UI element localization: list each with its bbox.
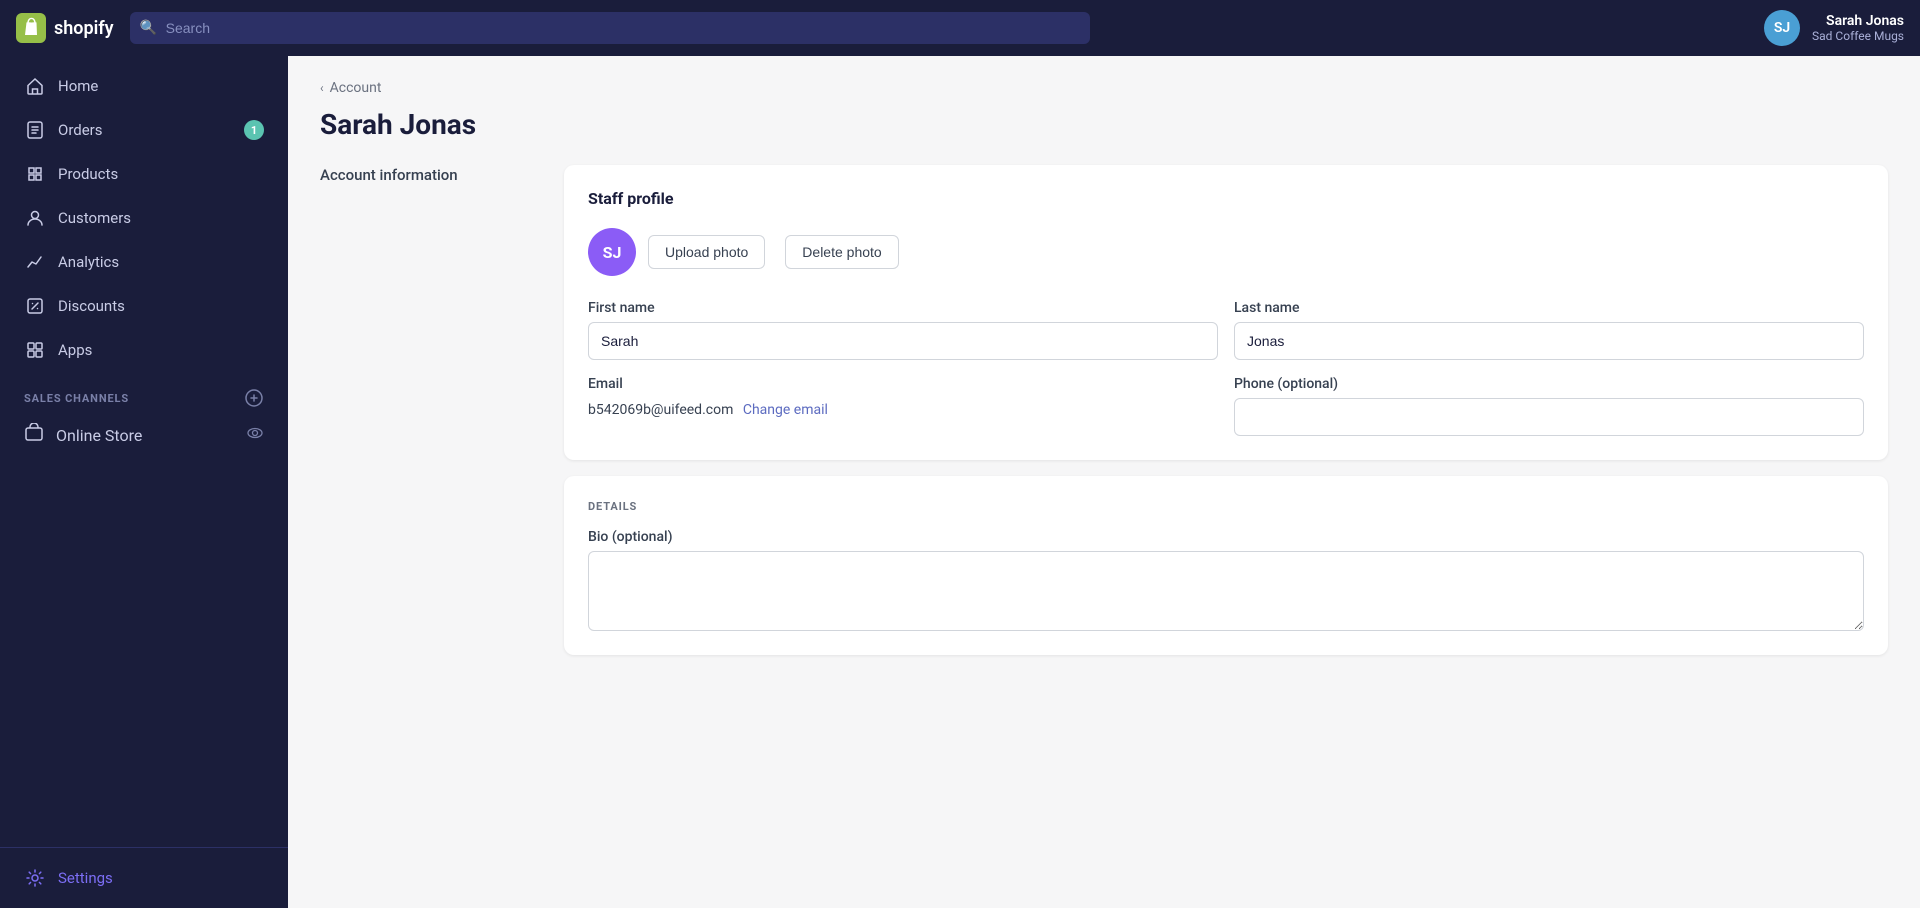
home-icon bbox=[24, 75, 46, 97]
details-card: DETAILS Bio (optional) bbox=[564, 476, 1888, 655]
eye-icon bbox=[246, 424, 264, 446]
sidebar-item-settings-label: Settings bbox=[58, 869, 113, 887]
sidebar-bottom: Settings bbox=[0, 847, 288, 900]
upload-photo-button[interactable]: Upload photo bbox=[648, 235, 765, 269]
right-column: Staff profile SJ Upload photo Delete pho… bbox=[564, 165, 1888, 655]
breadcrumb[interactable]: ‹ Account bbox=[320, 80, 1888, 96]
email-group: Email b542069b@uifeed.com Change email bbox=[588, 376, 1218, 436]
main-layout: Home Orders 1 Products Customers A bbox=[0, 56, 1920, 908]
avatar-initials: SJ bbox=[1774, 20, 1790, 36]
orders-badge: 1 bbox=[244, 120, 264, 140]
staff-avatar-initials: SJ bbox=[603, 243, 622, 262]
shopify-logo[interactable]: shopify bbox=[16, 13, 114, 43]
first-name-group: First name bbox=[588, 300, 1218, 360]
last-name-label: Last name bbox=[1234, 300, 1864, 316]
delete-photo-button[interactable]: Delete photo bbox=[785, 235, 898, 269]
sidebar-item-analytics[interactable]: Analytics bbox=[8, 241, 280, 283]
bio-group: Bio (optional) bbox=[588, 529, 1864, 631]
page-title: Sarah Jonas bbox=[320, 108, 1888, 141]
phone-group: Phone (optional) bbox=[1234, 376, 1864, 436]
sidebar-item-orders-label: Orders bbox=[58, 121, 103, 139]
sales-channels-section: SALES CHANNELS bbox=[0, 372, 288, 412]
breadcrumb-chevron-icon: ‹ bbox=[320, 81, 324, 95]
orders-icon bbox=[24, 119, 46, 141]
user-store: Sad Coffee Mugs bbox=[1812, 29, 1904, 43]
settings-icon bbox=[24, 867, 46, 889]
add-sales-channel-icon[interactable] bbox=[244, 388, 264, 408]
sidebar-item-orders[interactable]: Orders 1 bbox=[8, 109, 280, 151]
details-title: DETAILS bbox=[588, 500, 1864, 513]
contact-fields: Email b542069b@uifeed.com Change email P… bbox=[588, 376, 1864, 436]
sidebar-item-discounts[interactable]: Discounts bbox=[8, 285, 280, 327]
sidebar-item-online-store[interactable]: Online Store bbox=[8, 413, 280, 457]
apps-icon bbox=[24, 339, 46, 361]
sidebar: Home Orders 1 Products Customers A bbox=[0, 56, 288, 908]
search-bar: 🔍 bbox=[130, 12, 1090, 44]
left-column: Account information bbox=[320, 165, 540, 655]
user-info: Sarah Jonas Sad Coffee Mugs bbox=[1812, 13, 1904, 43]
sales-channels-title: SALES CHANNELS bbox=[24, 392, 129, 405]
topnav-right: SJ Sarah Jonas Sad Coffee Mugs bbox=[1764, 10, 1904, 46]
online-store-left: Online Store bbox=[24, 423, 142, 447]
account-info-label: Account information bbox=[320, 166, 458, 184]
sidebar-item-analytics-label: Analytics bbox=[58, 253, 119, 271]
sidebar-item-customers-label: Customers bbox=[58, 209, 131, 227]
sidebar-item-home-label: Home bbox=[58, 77, 98, 95]
analytics-icon bbox=[24, 251, 46, 273]
change-email-link[interactable]: Change email bbox=[743, 402, 828, 418]
email-label: Email bbox=[588, 376, 1218, 392]
top-navigation: shopify 🔍 SJ Sarah Jonas Sad Coffee Mugs bbox=[0, 0, 1920, 56]
main-content: ‹ Account Sarah Jonas Account informatio… bbox=[288, 56, 1920, 908]
sidebar-item-settings[interactable]: Settings bbox=[8, 857, 280, 899]
sidebar-item-discounts-label: Discounts bbox=[58, 297, 125, 315]
products-icon bbox=[24, 163, 46, 185]
sidebar-item-products-label: Products bbox=[58, 165, 118, 183]
search-icon: 🔍 bbox=[140, 20, 157, 36]
content-layout: Account information Staff profile SJ Upl… bbox=[320, 165, 1888, 655]
email-display: b542069b@uifeed.com Change email bbox=[588, 398, 1218, 422]
sidebar-item-online-store-label: Online Store bbox=[56, 426, 142, 445]
bio-field[interactable] bbox=[588, 551, 1864, 631]
search-input[interactable] bbox=[130, 12, 1090, 44]
last-name-field[interactable] bbox=[1234, 322, 1864, 360]
sidebar-item-customers[interactable]: Customers bbox=[8, 197, 280, 239]
user-name: Sarah Jonas bbox=[1812, 13, 1904, 29]
sidebar-item-apps-label: Apps bbox=[58, 341, 92, 359]
sidebar-item-home[interactable]: Home bbox=[8, 65, 280, 107]
first-name-label: First name bbox=[588, 300, 1218, 316]
phone-field[interactable] bbox=[1234, 398, 1864, 436]
customers-icon bbox=[24, 207, 46, 229]
staff-profile-card: Staff profile SJ Upload photo Delete pho… bbox=[564, 165, 1888, 460]
bio-label: Bio (optional) bbox=[588, 529, 1864, 545]
staff-avatar: SJ bbox=[588, 228, 636, 276]
email-value: b542069b@uifeed.com bbox=[588, 402, 733, 418]
breadcrumb-label: Account bbox=[330, 80, 382, 96]
first-name-field[interactable] bbox=[588, 322, 1218, 360]
last-name-group: Last name bbox=[1234, 300, 1864, 360]
shopify-bag-icon bbox=[16, 13, 46, 43]
avatar-row: SJ Upload photo Delete photo bbox=[588, 228, 1864, 276]
sidebar-item-apps[interactable]: Apps bbox=[8, 329, 280, 371]
avatar[interactable]: SJ bbox=[1764, 10, 1800, 46]
name-fields: First name Last name bbox=[588, 300, 1864, 360]
phone-label: Phone (optional) bbox=[1234, 376, 1864, 392]
shopify-text: shopify bbox=[54, 18, 114, 39]
sidebar-item-products[interactable]: Products bbox=[8, 153, 280, 195]
staff-profile-title: Staff profile bbox=[588, 189, 1864, 208]
discounts-icon bbox=[24, 295, 46, 317]
online-store-icon bbox=[24, 423, 44, 447]
